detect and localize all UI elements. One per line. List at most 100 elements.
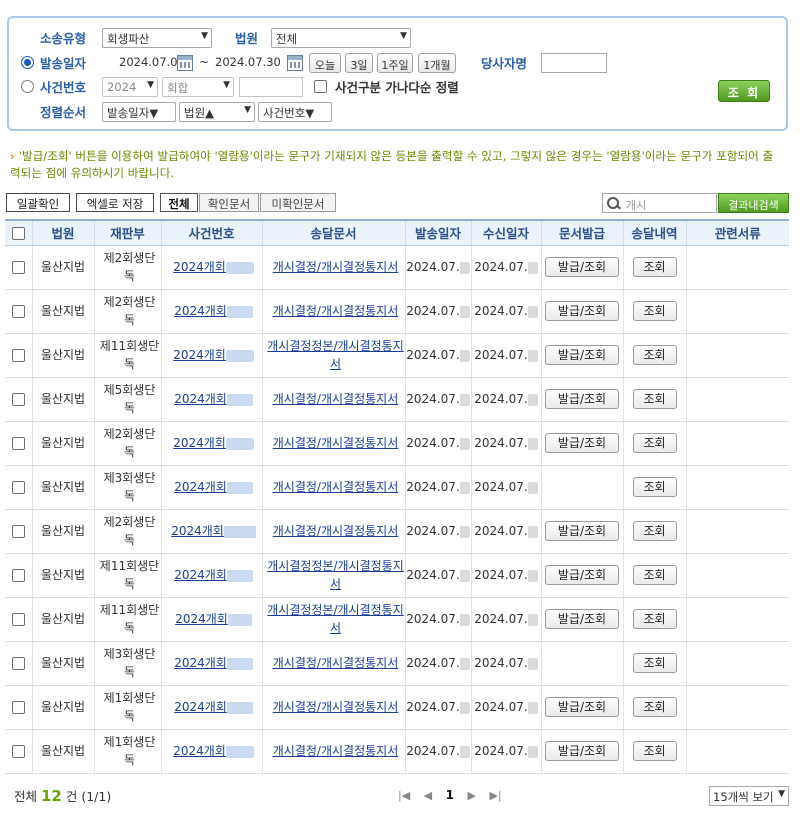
case-no-link[interactable]: 2024개회: [173, 744, 226, 758]
case-no-link[interactable]: 2024개회: [175, 612, 228, 626]
delivery-view-button[interactable]: 조회: [632, 477, 677, 497]
row-checkbox[interactable]: [11, 613, 25, 626]
delivery-view-button[interactable]: 조회: [632, 345, 677, 365]
case-no-link[interactable]: 2024개회: [173, 348, 226, 362]
select-all-checkbox[interactable]: [11, 227, 25, 241]
document-link[interactable]: 개시결정/개시결정통지서: [273, 700, 398, 714]
issue-view-button[interactable]: 발급/조회: [545, 697, 619, 717]
range-3days-button[interactable]: 3일: [345, 53, 373, 73]
delivery-view-button[interactable]: 조회: [632, 609, 677, 629]
document-link[interactable]: 개시결정/개시결정통지서: [273, 436, 398, 450]
party-name-input[interactable]: [541, 53, 607, 73]
issue-view-button[interactable]: 발급/조회: [545, 301, 619, 321]
case-no-link[interactable]: 2024개회: [171, 524, 224, 538]
row-checkbox[interactable]: [11, 481, 25, 494]
document-link[interactable]: 개시결정/개시결정통지서: [273, 392, 398, 406]
case-no-link[interactable]: 2024개회: [174, 568, 227, 582]
lawsuit-type-select[interactable]: 회생파산 ▼: [102, 28, 212, 48]
redacted-mask: [527, 701, 538, 714]
case-no-link[interactable]: 2024개회: [174, 480, 227, 494]
case-no-link[interactable]: 2024개회: [174, 304, 227, 318]
prev-page-icon[interactable]: ◀: [424, 789, 432, 802]
issue-view-button[interactable]: 발급/조회: [545, 345, 619, 365]
delivery-view-button[interactable]: 조회: [632, 389, 677, 409]
issue-view-button[interactable]: 발급/조회: [545, 521, 619, 541]
document-link[interactable]: 개시결정정본/개시결정통지서: [267, 603, 404, 635]
delivery-view-button[interactable]: 조회: [632, 697, 677, 717]
row-select-cell: [5, 289, 32, 334]
document-link[interactable]: 개시결정/개시결정통지서: [273, 304, 398, 318]
sort-case-select[interactable]: 사건번호▼: [258, 102, 332, 122]
row-checkbox[interactable]: [11, 569, 25, 582]
row-checkbox[interactable]: [11, 701, 25, 714]
delivery-view-button[interactable]: 조회: [632, 565, 677, 585]
case-year-select[interactable]: 2024 ▼: [102, 77, 158, 97]
case-no-link[interactable]: 2024개회: [174, 700, 227, 714]
range-1week-button[interactable]: 1주일: [377, 53, 413, 73]
row-checkbox[interactable]: [11, 525, 25, 538]
first-page-icon[interactable]: |◀: [398, 789, 410, 802]
document-link[interactable]: 개시결정/개시결정통지서: [273, 524, 398, 538]
next-page-icon[interactable]: ▶: [468, 789, 476, 802]
delivery-view-button[interactable]: 조회: [632, 653, 677, 673]
excel-save-button[interactable]: 엑셀로 저장: [76, 193, 154, 212]
document-link[interactable]: 개시결정/개시결정통지서: [273, 480, 398, 494]
row-checkbox[interactable]: [11, 657, 25, 670]
page-1[interactable]: 1: [446, 788, 454, 802]
row-checkbox[interactable]: [11, 305, 25, 318]
issue-view-button[interactable]: 발급/조회: [545, 741, 619, 761]
bulk-confirm-button[interactable]: 일괄확인: [6, 193, 70, 212]
date-to-input[interactable]: 2024.07.30: [215, 53, 281, 73]
sort-date-select[interactable]: 발송일자▼: [102, 102, 176, 122]
row-checkbox[interactable]: [11, 745, 25, 758]
case-kind-select[interactable]: 회합 ▼: [162, 77, 234, 97]
issue-view-button[interactable]: 발급/조회: [545, 389, 619, 409]
case-sort-checkbox[interactable]: [314, 80, 327, 93]
delivery-view-button[interactable]: 조회: [632, 433, 677, 453]
case-number-input[interactable]: [239, 77, 303, 97]
document-link[interactable]: 개시결정/개시결정통지서: [273, 656, 398, 670]
issue-view-button[interactable]: 발급/조회: [545, 565, 619, 585]
result-search-button[interactable]: 결과내검색: [718, 193, 789, 213]
chevron-down-icon: ▼: [147, 80, 154, 90]
document-link[interactable]: 개시결정정본/개시결정통지서: [267, 559, 404, 591]
tab-unconfirmed[interactable]: 미확인문서: [260, 193, 336, 212]
case-no-link[interactable]: 2024개회: [173, 260, 226, 274]
delivery-view-button[interactable]: 조회: [632, 257, 677, 277]
range-1month-button[interactable]: 1개월: [418, 53, 456, 73]
row-checkbox[interactable]: [11, 437, 25, 450]
tab-confirmed[interactable]: 확인문서: [199, 193, 259, 212]
case-no-link[interactable]: 2024개회: [174, 392, 227, 406]
document-link[interactable]: 개시결정/개시결정통지서: [273, 744, 398, 758]
delivery-history-cell: 조회: [622, 597, 686, 642]
sort-court-select[interactable]: 법원▲ ▼: [179, 102, 255, 122]
document-link[interactable]: 개시결정/개시결정통지서: [273, 260, 398, 274]
last-page-icon[interactable]: ▶|: [489, 789, 501, 802]
document-cell: 개시결정/개시결정통지서: [261, 509, 405, 554]
row-checkbox[interactable]: [11, 261, 25, 274]
document-link[interactable]: 개시결정정본/개시결정통지서: [267, 339, 404, 371]
per-page-select[interactable]: 15개씩 보기 ▼: [709, 786, 789, 806]
division-cell: 제11회생단독: [93, 553, 161, 598]
related-docs-cell: [685, 509, 789, 554]
date-from-input[interactable]: 2024.07.01: [119, 53, 185, 73]
delivery-view-button[interactable]: 조회: [632, 521, 677, 541]
range-today-button[interactable]: 오늘: [309, 53, 341, 73]
case-no-link[interactable]: 2024개회: [174, 656, 227, 670]
calendar-icon[interactable]: [177, 55, 193, 71]
court-select[interactable]: 전체 ▼: [271, 28, 411, 48]
case-no-link[interactable]: 2024개회: [173, 436, 226, 450]
row-checkbox[interactable]: [11, 393, 25, 406]
issue-view-button[interactable]: 발급/조회: [545, 257, 619, 277]
row-checkbox[interactable]: [11, 349, 25, 362]
issue-view-button[interactable]: 발급/조회: [545, 433, 619, 453]
case-no-radio[interactable]: [21, 80, 34, 93]
tab-all[interactable]: 전체: [160, 193, 198, 212]
delivery-view-button[interactable]: 조회: [632, 741, 677, 761]
calendar-icon[interactable]: [287, 55, 303, 71]
issue-view-button[interactable]: 발급/조회: [545, 609, 619, 629]
result-search-input[interactable]: 개시: [624, 193, 717, 213]
delivery-view-button[interactable]: 조회: [632, 301, 677, 321]
send-date-radio[interactable]: [21, 56, 34, 69]
query-button[interactable]: 조 회: [718, 80, 770, 102]
